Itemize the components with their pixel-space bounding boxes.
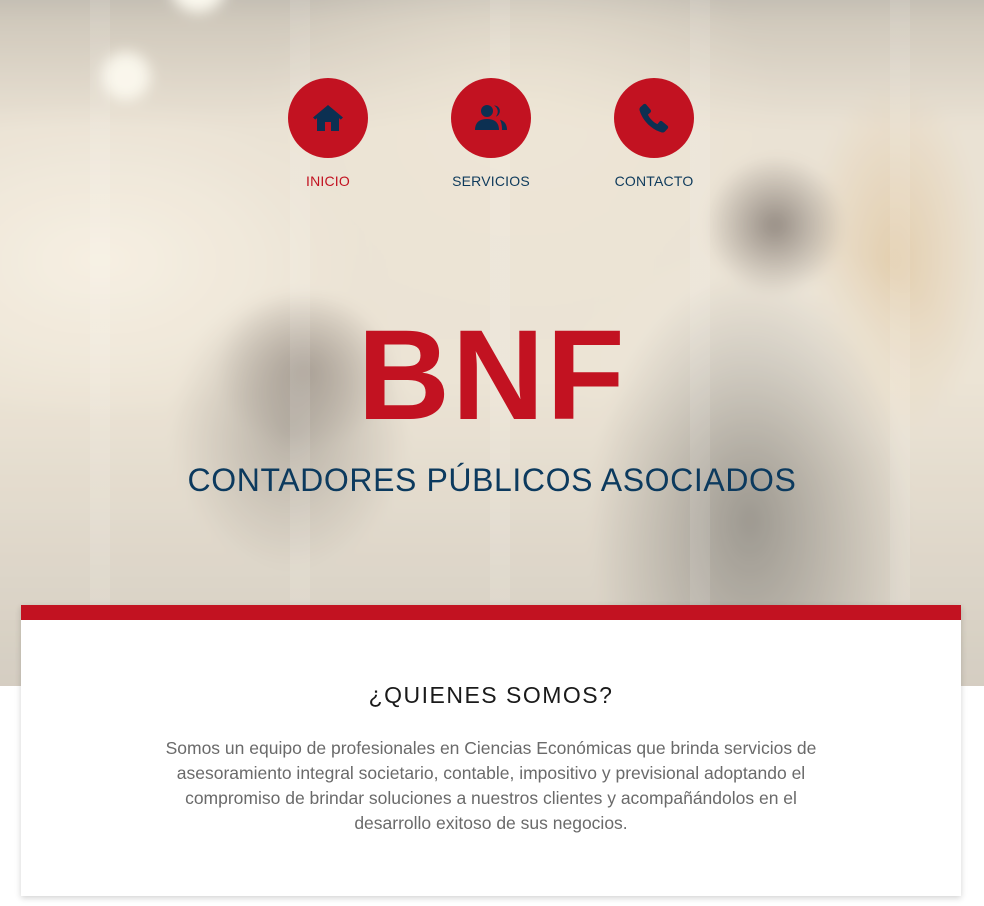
brand-subtitle: CONTADORES PÚBLICOS ASOCIADOS	[187, 462, 797, 498]
about-card: ¿QUIENES SOMOS? Somos un equipo de profe…	[21, 605, 961, 896]
nav-inicio-label[interactable]: INICIO	[268, 173, 388, 189]
page: INICIO SERVICIOS CONTACTO BNF CONTADORES…	[0, 0, 984, 906]
about-text: Somos un equipo de profesionales en Cien…	[165, 738, 817, 833]
nav-inicio-circle[interactable]	[288, 78, 368, 158]
brand-title: BNF	[357, 304, 627, 447]
main-nav: INICIO SERVICIOS CONTACTO	[0, 78, 984, 198]
users-icon	[475, 105, 507, 130]
nav-servicios-circle[interactable]	[451, 78, 531, 158]
about-title: ¿QUIENES SOMOS?	[368, 682, 614, 708]
home-icon	[313, 105, 343, 131]
nav-contacto-label[interactable]: CONTACTO	[594, 173, 714, 189]
nav-item-inicio[interactable]: INICIO	[268, 78, 388, 189]
nav-contacto-circle[interactable]	[614, 78, 694, 158]
nav-item-servicios[interactable]: SERVICIOS	[431, 78, 551, 189]
nav-servicios-label[interactable]: SERVICIOS	[431, 173, 551, 189]
nav-item-contacto[interactable]: CONTACTO	[594, 78, 714, 189]
phone-icon	[639, 103, 669, 133]
